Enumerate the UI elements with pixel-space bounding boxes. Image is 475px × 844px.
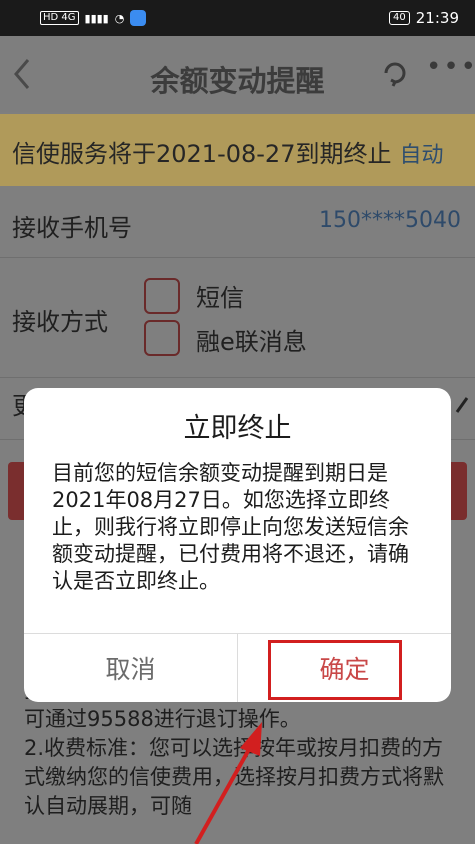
- phone-label: 接收手机号: [12, 214, 132, 242]
- edit-icon: [455, 397, 469, 413]
- rongelian-checkbox[interactable]: [144, 320, 180, 356]
- battery-icon: 40: [389, 11, 410, 25]
- notice-text: 信使服务将于2021-08-27到期终止: [12, 140, 392, 168]
- more-options-icon[interactable]: •••: [426, 52, 475, 82]
- dialog-message: 目前您的短信余额变动提醒到期日是2021年08月27日。如您选择立即终止，则我行…: [52, 461, 409, 593]
- status-time: 21:39: [415, 9, 459, 27]
- status-right: 40 21:39: [389, 9, 459, 27]
- status-left: HD 4G ▮▮▮▮ ◔: [40, 10, 147, 26]
- sms-checkbox[interactable]: [144, 278, 180, 314]
- phone-value: 150****5040: [319, 208, 461, 233]
- sms-option-label: 短信: [196, 284, 244, 312]
- confirm-highlight-box: [268, 640, 402, 700]
- app-notification-icon: [130, 10, 147, 26]
- method-label: 接收方式: [12, 308, 108, 336]
- notice-auto-link[interactable]: 自动: [399, 143, 443, 168]
- status-bar: HD 4G ▮▮▮▮ ◔ 40 21:39: [0, 0, 475, 36]
- cancel-button[interactable]: 取消: [24, 634, 237, 702]
- notice-text-wrap: 信使服务将于2021-08-27到期终止 自动: [12, 134, 444, 169]
- dialog-title: 立即终止: [183, 413, 292, 444]
- receive-method-row: 接收方式 短信 融e联消息: [0, 260, 475, 378]
- app-header: 余额变动提醒 •••: [0, 36, 475, 112]
- rongelian-option-label: 融e联消息: [196, 328, 307, 356]
- wifi-icon: ◔: [114, 11, 125, 25]
- signal-icon: ▮▮▮▮: [84, 11, 109, 25]
- refresh-icon[interactable]: [380, 58, 410, 88]
- phone-row: 接收手机号 150****5040: [0, 188, 475, 258]
- network-indicator: HD 4G: [40, 11, 79, 25]
- expiry-notice-bar: 信使服务将于2021-08-27到期终止 自动: [0, 114, 475, 186]
